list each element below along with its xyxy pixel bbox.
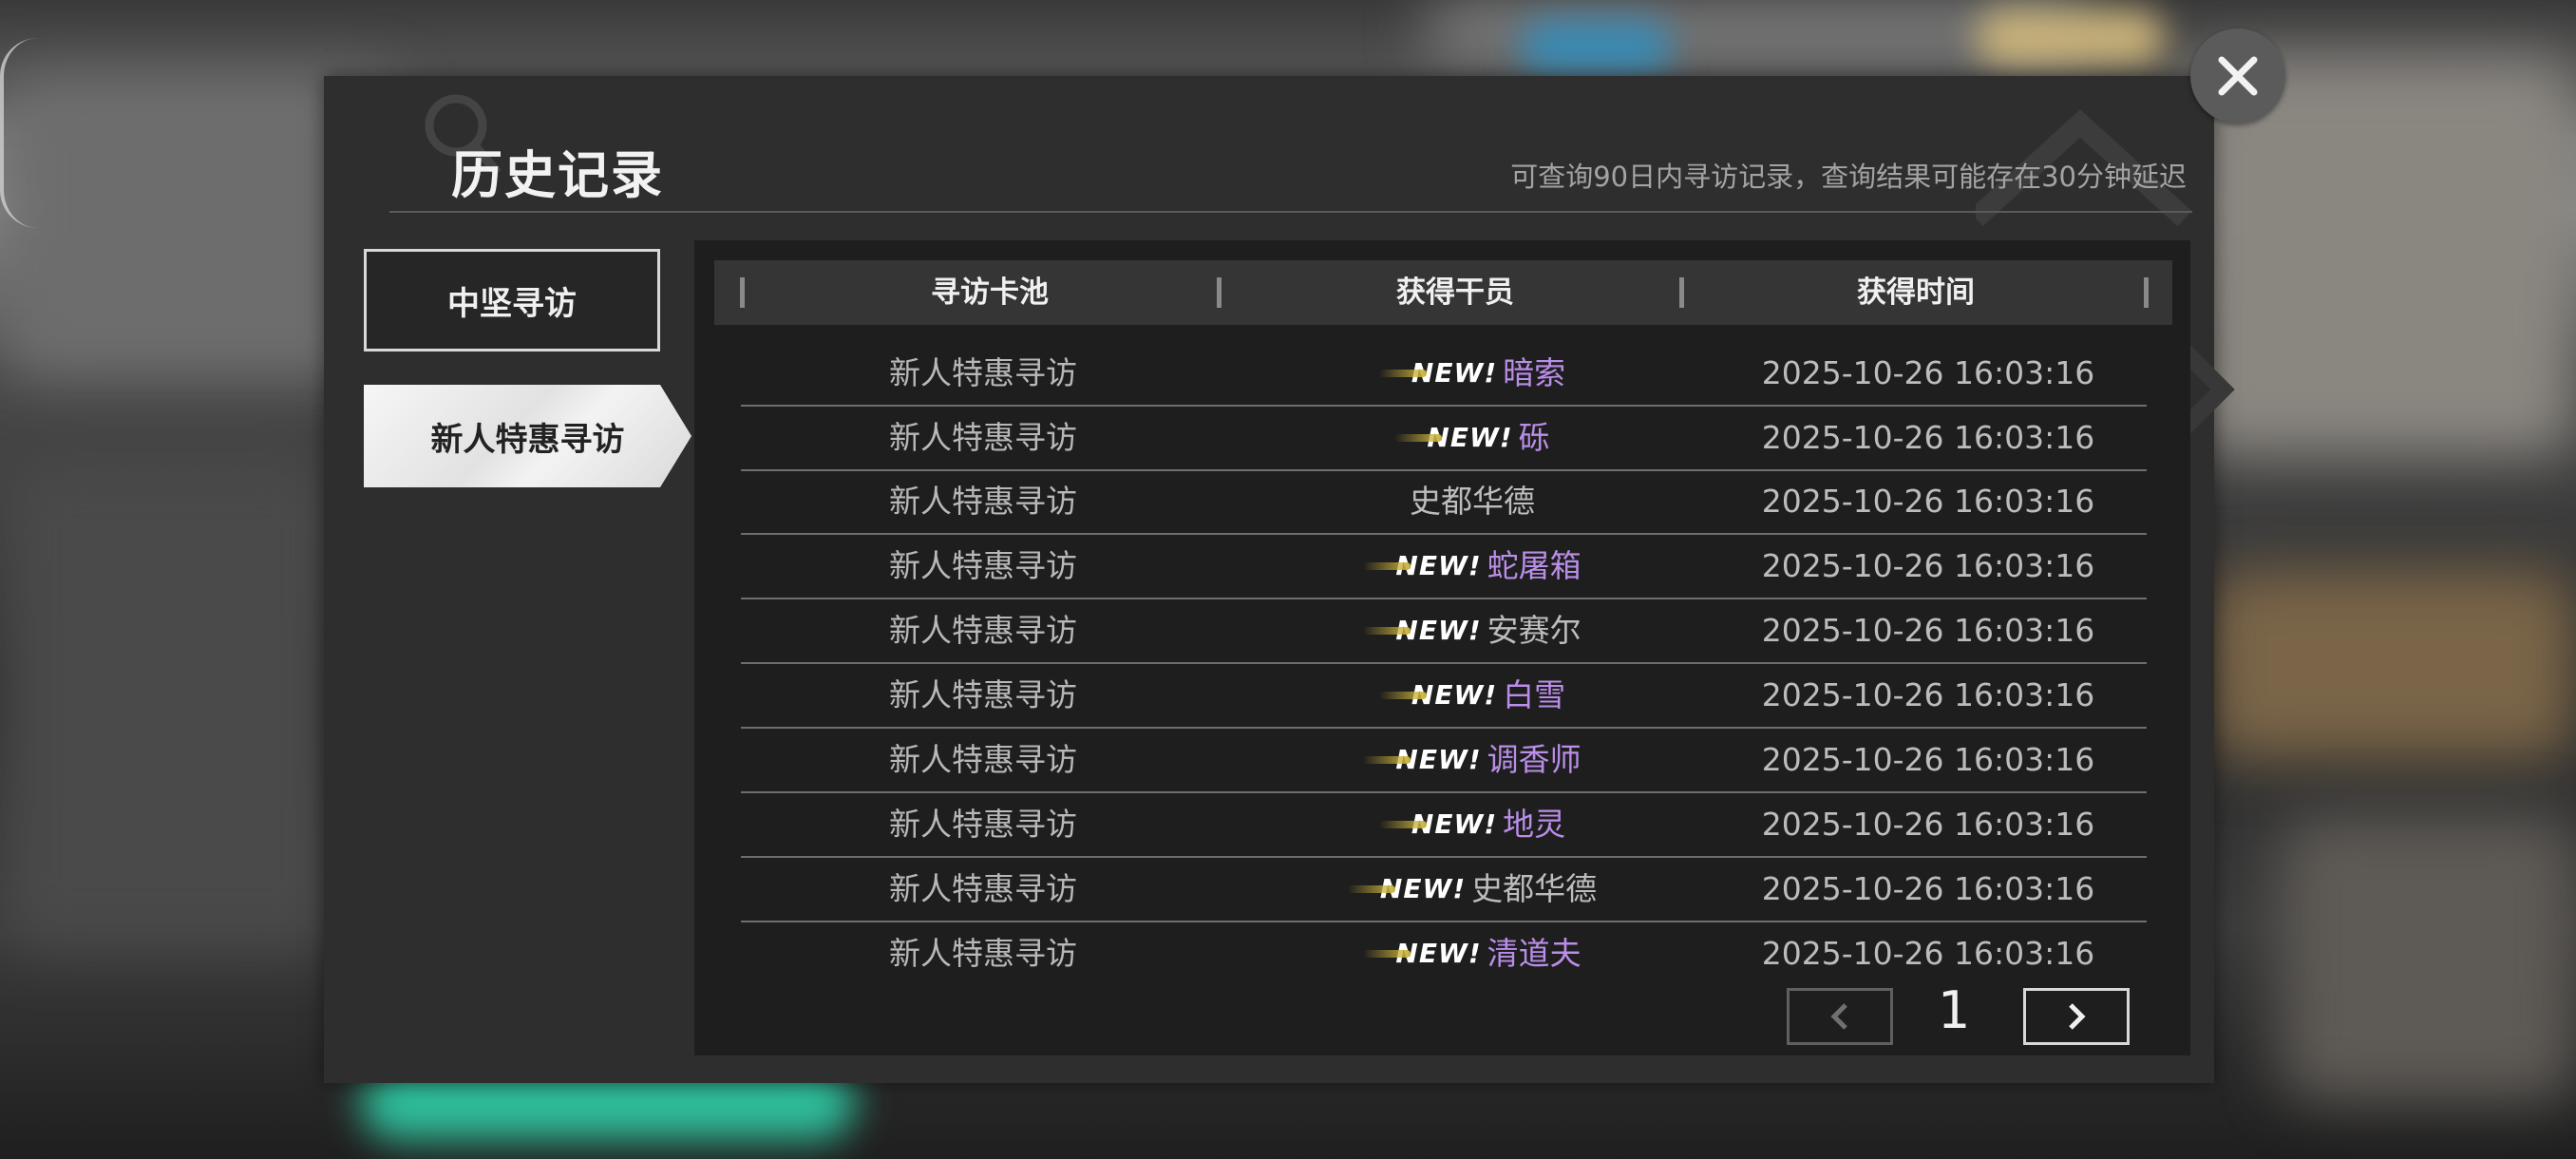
new-badge: NEW! <box>1363 599 1481 662</box>
table-header: 寻访卡池 获得干员 获得时间 <box>714 260 2172 325</box>
pool-cell: 新人特惠寻访 <box>889 676 1077 713</box>
operator-name: 暗索 <box>1503 354 1566 391</box>
operator-name: 蛇屠箱 <box>1487 547 1582 584</box>
new-badge: NEW! <box>1347 858 1466 921</box>
column-header-operator: 获得干员 <box>1396 276 1514 310</box>
tab-standard-headhunting[interactable]: 中坚寻访 <box>364 249 660 352</box>
time-cell: 2025-10-26 16:03:16 <box>1761 870 2095 907</box>
operator-cell: 史都华德 <box>1168 470 1776 533</box>
pool-cell: 新人特惠寻访 <box>889 547 1077 584</box>
operator-cell: NEW! 地灵 <box>1168 793 1776 856</box>
chevron-right-icon <box>2069 1003 2086 1030</box>
pool-cell: 新人特惠寻访 <box>889 935 1077 972</box>
pool-cell: 新人特惠寻访 <box>889 612 1077 649</box>
pool-cell: 新人特惠寻访 <box>889 806 1077 843</box>
next-page-button[interactable] <box>2023 988 2130 1045</box>
column-header-pool: 寻访卡池 <box>931 276 1049 310</box>
time-cell: 2025-10-26 16:03:16 <box>1761 419 2095 456</box>
column-header-time: 获得时间 <box>1857 276 1975 310</box>
operator-name: 地灵 <box>1503 806 1566 843</box>
operator-cell: NEW! 安赛尔 <box>1168 599 1776 662</box>
page-number: 1 <box>1938 980 1971 1040</box>
new-badge: NEW! <box>1363 535 1481 598</box>
time-cell: 2025-10-26 16:03:16 <box>1761 676 2095 713</box>
operator-cell: NEW! 暗索 <box>1168 342 1776 405</box>
operator-name: 清道夫 <box>1487 935 1582 972</box>
time-cell: 2025-10-26 16:03:16 <box>1761 741 2095 778</box>
table-row: 新人特惠寻访 NEW! 白雪 2025-10-26 16:03:16 <box>741 664 2147 729</box>
time-cell: 2025-10-26 16:03:16 <box>1761 806 2095 843</box>
prev-page-button[interactable] <box>1787 988 1893 1045</box>
table-row: 新人特惠寻访 NEW! 地灵 2025-10-26 16:03:16 <box>741 793 2147 858</box>
pool-cell: 新人特惠寻访 <box>889 870 1077 907</box>
new-badge: NEW! <box>1363 729 1481 791</box>
time-cell: 2025-10-26 16:03:16 <box>1761 483 2095 520</box>
new-badge: NEW! <box>1394 407 1512 469</box>
time-cell: 2025-10-26 16:03:16 <box>1761 547 2095 584</box>
operator-cell: NEW! 清道夫 <box>1168 922 1776 985</box>
time-cell: 2025-10-26 16:03:16 <box>1761 354 2095 391</box>
tab-label: 中坚寻访 <box>447 284 577 323</box>
operator-cell: NEW! 蛇屠箱 <box>1168 535 1776 598</box>
pool-cell: 新人特惠寻访 <box>889 483 1077 520</box>
operator-cell: NEW! 白雪 <box>1168 664 1776 727</box>
page-title: 历史记录 <box>451 145 664 205</box>
table-row: 新人特惠寻访 NEW! 暗索 2025-10-26 16:03:16 <box>741 342 2147 407</box>
time-cell: 2025-10-26 16:03:16 <box>1761 612 2095 649</box>
title-divider <box>389 211 2192 213</box>
pool-cell: 新人特惠寻访 <box>889 419 1077 456</box>
operator-name: 白雪 <box>1503 676 1566 713</box>
pool-cell: 新人特惠寻访 <box>889 354 1077 391</box>
new-badge: NEW! <box>1378 793 1497 856</box>
table-row: 新人特惠寻访 NEW! 砾 2025-10-26 16:03:16 <box>741 407 2147 471</box>
table-row: 新人特惠寻访 NEW! 蛇屠箱 2025-10-26 16:03:16 <box>741 535 2147 599</box>
operator-name: 安赛尔 <box>1487 612 1582 649</box>
close-icon <box>2218 56 2258 96</box>
chevron-left-icon <box>1830 1003 1847 1030</box>
table-row: 新人特惠寻访 NEW! 安赛尔 2025-10-26 16:03:16 <box>741 599 2147 664</box>
new-badge: NEW! <box>1363 922 1481 985</box>
operator-name: 史都华德 <box>1410 483 1535 520</box>
operator-name: 砾 <box>1518 419 1550 456</box>
table-row: 新人特惠寻访 史都华德 2025-10-26 16:03:16 <box>741 470 2147 535</box>
table-row: 新人特惠寻访 NEW! 调香师 2025-10-26 16:03:16 <box>741 729 2147 793</box>
operator-name: 史都华德 <box>1471 870 1598 907</box>
table-row: 新人特惠寻访 NEW! 清道夫 2025-10-26 16:03:16 <box>741 922 2147 987</box>
operator-cell: NEW! 调香师 <box>1168 729 1776 791</box>
operator-name: 调香师 <box>1487 741 1582 778</box>
close-button[interactable] <box>2190 28 2285 124</box>
pool-cell: 新人特惠寻访 <box>889 741 1077 778</box>
operator-cell: NEW! 砾 <box>1168 407 1776 469</box>
tab-label: 新人特惠寻访 <box>430 420 625 459</box>
new-badge: NEW! <box>1378 664 1497 727</box>
new-badge: NEW! <box>1378 342 1497 405</box>
table-row: 新人特惠寻访 NEW! 史都华德 2025-10-26 16:03:16 <box>741 858 2147 922</box>
tab-newbie-headhunting[interactable]: 新人特惠寻访 <box>364 385 691 487</box>
time-cell: 2025-10-26 16:03:16 <box>1761 935 2095 972</box>
operator-cell: NEW! 史都华德 <box>1168 858 1776 921</box>
query-hint: 可查询90日内寻访记录，查询结果可能存在30分钟延迟 <box>1510 161 2187 193</box>
